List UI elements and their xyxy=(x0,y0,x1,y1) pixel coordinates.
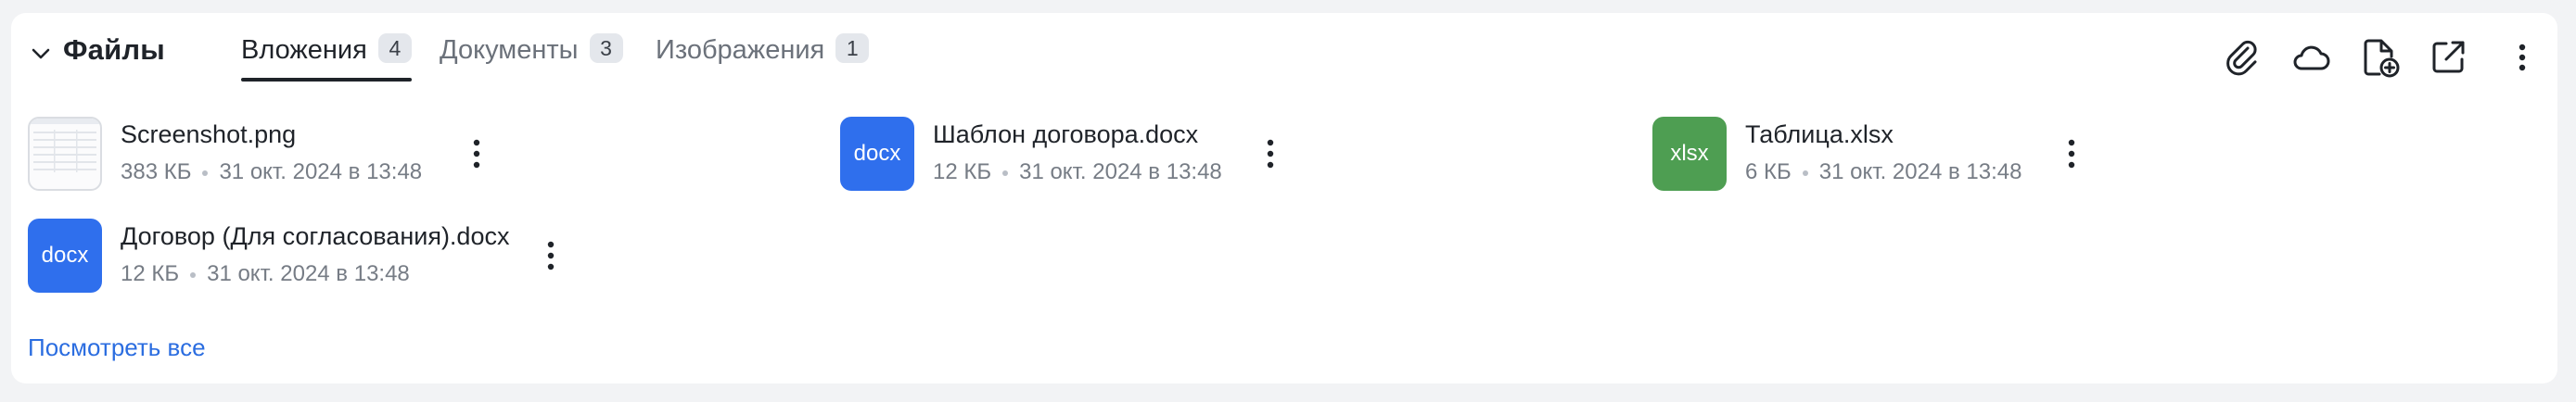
file-meta: 6 КБ 31 окт. 2024 в 13:48 xyxy=(1745,159,2021,185)
tab-label: Вложения xyxy=(241,35,367,65)
docx-file-icon[interactable]: docx xyxy=(840,117,914,191)
file-meta: 12 КБ 31 окт. 2024 в 13:48 xyxy=(121,261,410,287)
file-meta: 12 КБ 31 окт. 2024 в 13:48 xyxy=(933,159,1222,185)
separator-dot xyxy=(1802,170,1808,176)
new-document-icon[interactable] xyxy=(2357,35,2402,80)
section-title: Файлы xyxy=(63,33,165,66)
files-panel: Файлы Вложения 4 Документы 3 Изображения… xyxy=(11,13,2557,383)
file-date: 31 окт. 2024 в 13:48 xyxy=(1818,159,2022,184)
more-vertical-icon[interactable] xyxy=(1261,135,1280,172)
file-date: 31 окт. 2024 в 13:48 xyxy=(207,261,410,286)
tab-count-badge: 4 xyxy=(377,33,412,63)
file-date: 31 окт. 2024 в 13:48 xyxy=(219,159,423,184)
more-vertical-icon[interactable] xyxy=(2500,35,2544,80)
tab-count-badge: 1 xyxy=(835,33,870,63)
file-size: 12 КБ xyxy=(121,261,180,286)
separator-dot xyxy=(202,170,209,176)
chevron-down-icon[interactable] xyxy=(28,41,54,67)
files-header: Файлы Вложения 4 Документы 3 Изображения… xyxy=(11,13,2557,83)
file-size: 6 КБ xyxy=(1745,159,1792,184)
more-vertical-icon[interactable] xyxy=(467,135,486,172)
image-thumbnail[interactable] xyxy=(28,117,102,191)
more-vertical-icon[interactable] xyxy=(542,237,560,274)
separator-dot xyxy=(1002,170,1009,176)
view-all-link[interactable]: Посмотреть все xyxy=(28,333,206,362)
tab-attachments[interactable]: Вложения 4 xyxy=(241,31,412,82)
docx-file-icon[interactable]: docx xyxy=(28,219,102,293)
file-size: 383 КБ xyxy=(121,159,192,184)
more-vertical-icon[interactable] xyxy=(2062,135,2081,172)
tab-label: Изображения xyxy=(656,35,825,65)
xlsx-file-icon[interactable]: xlsx xyxy=(1652,117,1727,191)
file-meta: 383 КБ 31 окт. 2024 в 13:48 xyxy=(121,159,422,185)
file-name[interactable]: Договор (Для согласования).docx xyxy=(121,222,509,251)
paperclip-icon[interactable] xyxy=(2220,35,2264,80)
cloud-icon[interactable] xyxy=(2289,35,2333,80)
tab-documents[interactable]: Документы 3 xyxy=(440,31,623,82)
separator-dot xyxy=(190,271,197,278)
file-date: 31 окт. 2024 в 13:48 xyxy=(1019,159,1222,184)
tab-label: Документы xyxy=(440,35,579,65)
open-external-icon[interactable] xyxy=(2426,35,2470,80)
tab-count-badge: 3 xyxy=(589,33,623,63)
file-name[interactable]: Таблица.xlsx xyxy=(1745,120,1894,149)
file-size: 12 КБ xyxy=(933,159,992,184)
tab-images[interactable]: Изображения 1 xyxy=(656,31,870,82)
file-name[interactable]: Шаблон договора.docx xyxy=(933,120,1198,149)
file-name[interactable]: Screenshot.png xyxy=(121,120,296,149)
